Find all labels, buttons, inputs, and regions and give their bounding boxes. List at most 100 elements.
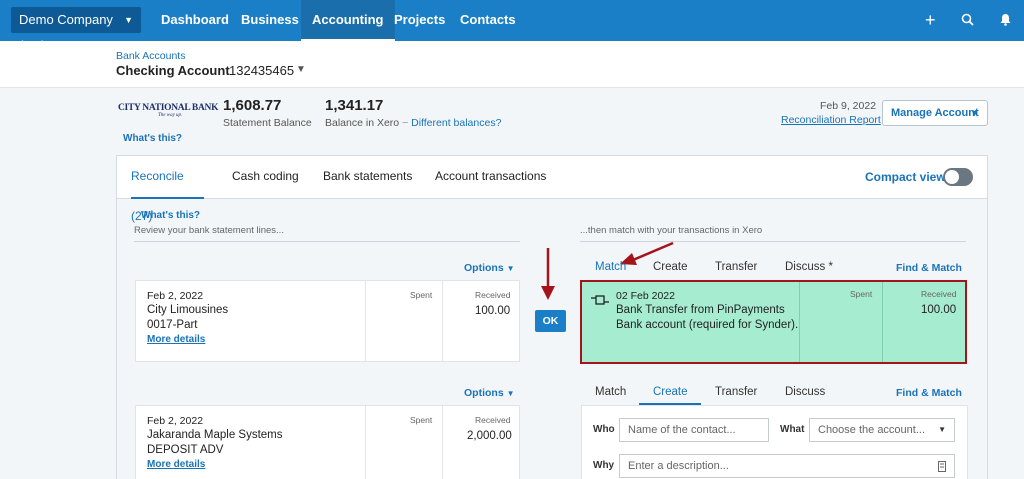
- statement-reference: 0017-Part: [147, 319, 198, 331]
- account-number: 132435465: [229, 63, 295, 78]
- column-divider: [442, 281, 443, 361]
- statement-date: Feb 2, 2022: [147, 290, 204, 302]
- why-input[interactable]: Enter a description...: [619, 454, 955, 478]
- notifications-icon[interactable]: [1000, 0, 1011, 41]
- account-switcher-caret-icon[interactable]: ▼: [296, 64, 306, 75]
- reconciliation-date: Feb 9, 2022: [820, 100, 877, 112]
- xero-balance-text: Balance in Xero: [325, 117, 400, 129]
- options-label: Options: [464, 387, 504, 399]
- ok-button[interactable]: OK: [535, 310, 566, 332]
- statement-payee: City Limousines: [147, 304, 229, 316]
- tab-bar: Reconcile (27) Cash coding Bank statemen…: [117, 156, 987, 223]
- more-details-link[interactable]: More details: [147, 334, 205, 345]
- what-label: What: [780, 424, 805, 435]
- statement-balance-label: Statement Balance: [223, 117, 312, 129]
- caret-down-icon: ▼: [938, 425, 946, 434]
- org-switcher[interactable]: Demo Company (US) ▼: [11, 7, 141, 53]
- tab-discuss-2[interactable]: Discuss: [785, 386, 825, 398]
- options-menu-1[interactable]: Options ▼: [464, 262, 515, 274]
- xero-balance-label: Balance in Xero − Different balances?: [325, 117, 502, 129]
- match-description-line1: Bank Transfer from PinPayments: [616, 304, 785, 316]
- options-menu-2[interactable]: Options ▼: [464, 387, 515, 399]
- tab-create[interactable]: Create: [653, 261, 688, 273]
- bank-logo-text: CITY NATIONAL BANK: [118, 103, 219, 113]
- match-received-amount: 100.00: [921, 304, 957, 316]
- tab-match[interactable]: Match: [595, 261, 626, 273]
- bank-logo-tagline: The way up.: [158, 113, 183, 118]
- find-match-link-2[interactable]: Find & Match: [896, 387, 962, 399]
- whats-this-link[interactable]: What's this?: [123, 133, 182, 144]
- nav-contacts[interactable]: Contacts: [460, 0, 516, 41]
- caret-down-icon: ▼: [124, 15, 133, 25]
- left-instruction: Review your bank statement lines...: [134, 225, 284, 236]
- manage-account-label: Manage Account: [891, 107, 979, 119]
- column-divider: [882, 282, 883, 362]
- why-label: Why: [593, 460, 615, 471]
- received-label: Received: [475, 415, 511, 425]
- top-navigation: Demo Company (US) ▼ Dashboard Business A…: [0, 0, 1024, 53]
- received-label: Received: [475, 290, 511, 300]
- search-icon[interactable]: [961, 0, 974, 41]
- statement-balance: 1,608.77: [223, 97, 282, 114]
- manage-account-button[interactable]: Manage Account ▼: [882, 100, 988, 126]
- statement-date: Feb 2, 2022: [147, 415, 204, 427]
- nav-dashboard[interactable]: Dashboard: [161, 0, 229, 41]
- statement-line-1[interactable]: Feb 2, 2022 City Limousines 0017-Part Mo…: [135, 280, 520, 362]
- tab-create-2[interactable]: Create: [653, 386, 688, 398]
- spent-label: Spent: [410, 290, 433, 300]
- caret-down-icon: ▼: [506, 389, 515, 398]
- tab-cash-coding[interactable]: Cash coding: [232, 156, 299, 199]
- calculator-icon: [938, 461, 946, 472]
- breadcrumb[interactable]: Bank Accounts: [116, 50, 185, 62]
- matched-transaction[interactable]: 02 Feb 2022 Bank Transfer from PinPaymen…: [580, 280, 967, 364]
- account-name: Checking Account: [116, 63, 230, 78]
- xero-balance: 1,341.17: [325, 97, 384, 114]
- whats-this-link-2[interactable]: What's this?: [141, 210, 200, 221]
- spent-label: Spent: [850, 289, 873, 299]
- nav-accounting[interactable]: Accounting: [301, 0, 395, 41]
- create-transaction-form: Who Name of the contact... What Choose t…: [581, 405, 968, 479]
- statement-line-2[interactable]: Feb 2, 2022 Jakaranda Maple Systems DEPO…: [135, 405, 520, 479]
- tab-bank-statements[interactable]: Bank statements: [323, 156, 412, 199]
- tab-account-transactions[interactable]: Account transactions: [435, 156, 546, 199]
- why-input-placeholder: Enter a description...: [628, 460, 729, 472]
- statement-payee: Jakaranda Maple Systems: [147, 429, 283, 441]
- different-balances-link[interactable]: Different balances?: [411, 117, 501, 129]
- right-instruction: ...then match with your transactions in …: [580, 225, 763, 236]
- left-divider: [134, 241, 520, 242]
- column-divider: [365, 281, 366, 361]
- caret-down-icon: ▼: [970, 108, 979, 118]
- more-details-link[interactable]: More details: [147, 459, 205, 470]
- received-amount: 100.00: [475, 305, 511, 317]
- bank-logo: CITY NATIONAL BANK The way up.: [118, 103, 219, 125]
- match-description-line2: Bank account (required for Synder).: [616, 319, 799, 331]
- who-input[interactable]: Name of the contact...: [619, 418, 769, 442]
- tab-discuss[interactable]: Discuss *: [785, 261, 833, 273]
- add-icon[interactable]: +: [925, 0, 936, 41]
- spent-label: Spent: [410, 415, 433, 425]
- what-select-value: Choose the account...: [818, 424, 926, 436]
- compact-view-toggle[interactable]: [943, 168, 973, 186]
- annotation-arrow-down-icon: [541, 248, 555, 300]
- transfer-icon: [591, 295, 609, 305]
- tab-reconcile[interactable]: Reconcile (27): [131, 156, 204, 223]
- tab-match-2[interactable]: Match: [595, 386, 626, 398]
- tab-transfer[interactable]: Transfer: [715, 261, 757, 273]
- find-match-link[interactable]: Find & Match: [896, 262, 962, 274]
- column-divider: [442, 406, 443, 479]
- toggle-knob: [945, 170, 959, 184]
- column-divider: [365, 406, 366, 479]
- column-divider: [799, 282, 800, 362]
- nav-business[interactable]: Business: [241, 0, 299, 41]
- compact-view-label: Compact view: [865, 170, 946, 184]
- tab-transfer-2[interactable]: Transfer: [715, 386, 757, 398]
- reconciliation-report-link[interactable]: Reconciliation Report: [781, 114, 881, 126]
- caret-down-icon: ▼: [506, 264, 515, 273]
- who-label: Who: [593, 424, 615, 435]
- what-select[interactable]: Choose the account... ▼: [809, 418, 955, 442]
- received-amount: 2,000.00: [467, 430, 512, 442]
- received-label: Received: [921, 289, 957, 299]
- statement-reference: DEPOSIT ADV: [147, 444, 224, 456]
- options-label: Options: [464, 262, 504, 274]
- nav-projects[interactable]: Projects: [394, 0, 445, 41]
